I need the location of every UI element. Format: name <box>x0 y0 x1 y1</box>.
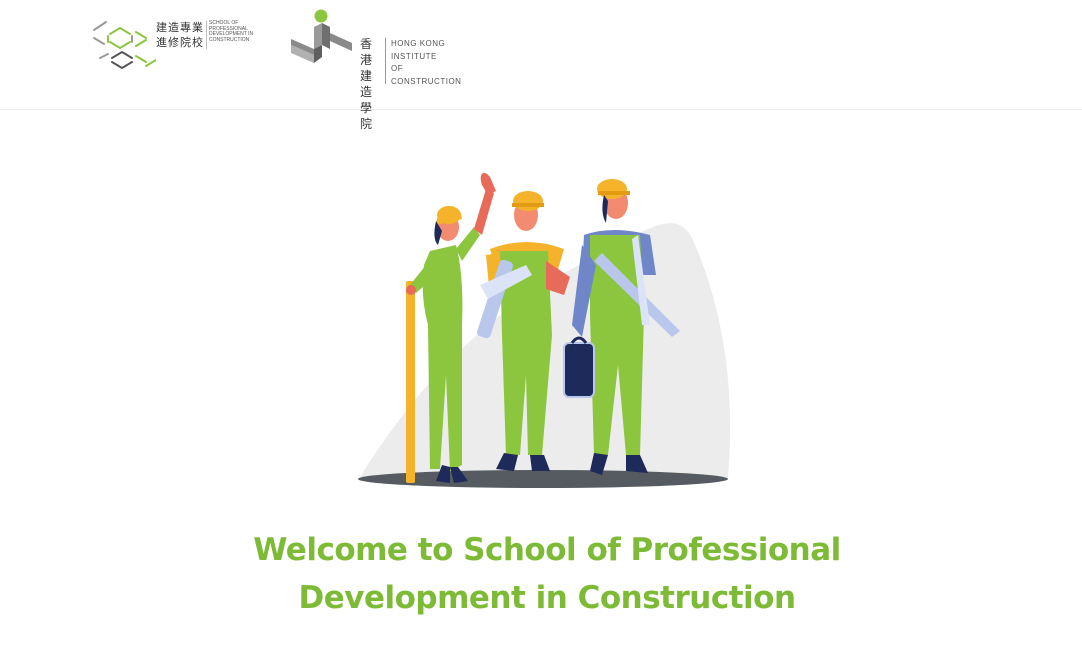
spd-logo-chinese: 建造專業 進修院校 <box>156 20 206 50</box>
hkic-english-line2: INSTITUTE <box>391 51 437 61</box>
hkic-english-line4: CONSTRUCTION <box>391 76 462 86</box>
hkic-chinese-line2: 建造 <box>360 69 373 99</box>
welcome-heading: Welcome to School of Professional Develo… <box>241 526 853 622</box>
spd-chinese-line2: 進修院校 <box>156 36 204 49</box>
hkic-english-line3: OF <box>391 64 404 73</box>
hkic-english-line1: HONG KONG <box>391 39 446 48</box>
spd-chinese-line1: 建造專業 <box>156 21 204 34</box>
construction-workers-illustration <box>350 165 740 500</box>
hkic-chinese-line3: 學院 <box>360 101 373 131</box>
hkic-logo-english: HONG KONG INSTITUTE OF CONSTRUCTION <box>391 38 471 88</box>
spd-logo-divider <box>206 21 207 49</box>
spd-english-line4: CONSTRUCTION <box>209 36 250 43</box>
site-header: 建造專業 進修院校 SCHOOL OF PROFESSIONAL DEVELOP… <box>0 0 1082 131</box>
hkic-logo[interactable]: 香港 建造 學院 HONG KONG INSTITUTE OF CONSTRUC… <box>290 9 471 131</box>
hkic-chinese-line1: 香港 <box>360 37 373 67</box>
hkic-logo-divider <box>385 38 386 84</box>
spd-logo[interactable]: 建造專業 進修院校 SCHOOL OF PROFESSIONAL DEVELOP… <box>92 18 262 74</box>
spd-logo-english: SCHOOL OF PROFESSIONAL DEVELOPMENT IN CO… <box>209 20 269 43</box>
welcome-line2: Development in Construction <box>298 580 796 616</box>
spd-logo-mark-icon <box>93 21 156 70</box>
welcome-line1: Welcome to School of Professional <box>253 532 841 568</box>
hkic-logo-chinese: 香港 建造 學院 <box>360 36 380 132</box>
hkic-logo-mark-icon <box>291 9 352 63</box>
